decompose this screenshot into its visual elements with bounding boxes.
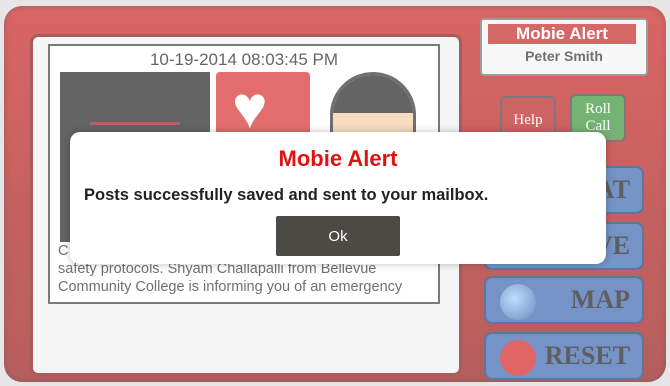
alert-dialog: Mobie Alert Posts successfully saved and… xyxy=(70,132,606,264)
ok-button[interactable]: Ok xyxy=(276,216,400,256)
dialog-title: Mobie Alert xyxy=(278,146,398,171)
dialog-message: Posts successfully saved and sent to you… xyxy=(84,186,489,204)
